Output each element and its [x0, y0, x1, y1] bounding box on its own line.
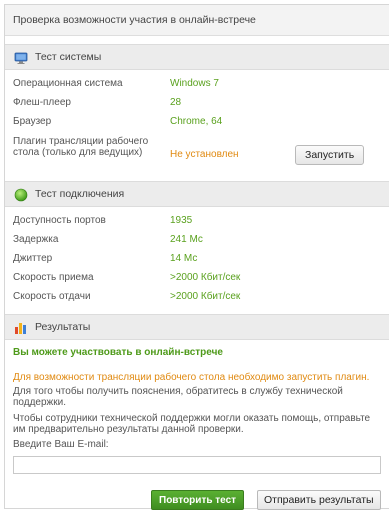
row-plugin: Плагин трансляции рабочего стола (только…: [5, 131, 389, 177]
system-test-header: Тест системы: [5, 44, 389, 70]
support-text: Для того чтобы получить пояснения, обрат…: [13, 386, 343, 408]
run-plugin-button[interactable]: Запустить: [295, 145, 365, 165]
ports-label: Доступность портов: [13, 215, 106, 226]
os-label: Операционная система: [13, 78, 123, 89]
latency-value: 241 Мс: [170, 234, 203, 245]
os-value: Windows 7: [170, 78, 219, 89]
row-download: Скорость приема >2000 Кбит/сек: [5, 268, 389, 287]
row-jitter: Джиттер 14 Мс: [5, 249, 389, 268]
email-label: Введите Ваш E-mail:: [13, 439, 109, 450]
result-ok-message: Вы можете участвовать в онлайн-встрече: [13, 347, 223, 358]
results-header: Результаты: [5, 314, 389, 340]
flash-value: 28: [170, 97, 182, 108]
check-panel: Проверка возможности участия в онлайн-вс…: [4, 4, 389, 512]
upload-label: Скорость отдачи: [13, 291, 91, 302]
email-input[interactable]: [13, 456, 381, 474]
connection-test-title: Тест подключения: [35, 188, 125, 200]
send-results-text: Чтобы сотрудники технической поддержки м…: [13, 413, 371, 435]
row-os: Операционная система Windows 7: [5, 74, 389, 93]
flash-label: Флеш-плеер: [13, 97, 71, 108]
connection-test-rows: Доступность портов 1935 Задержка 241 Мс …: [5, 207, 389, 310]
row-latency: Задержка 241 Мс: [5, 230, 389, 249]
green-globe-icon: [14, 187, 28, 202]
browser-value: Chrome, 64: [170, 116, 223, 127]
row-upload: Скорость отдачи >2000 Кбит/сек: [5, 287, 389, 306]
ports-value: 1935: [170, 215, 193, 226]
action-buttons: Повторить тест Отправить результаты: [5, 490, 389, 512]
row-ports: Доступность портов 1935: [5, 211, 389, 230]
row-flash: Флеш-плеер 28: [5, 93, 389, 112]
system-test-title: Тест системы: [35, 51, 102, 63]
results-title: Результаты: [35, 321, 91, 333]
row-browser: Браузер Chrome, 64: [5, 112, 389, 131]
send-results-button[interactable]: Отправить результаты: [257, 490, 381, 510]
upload-value: >2000 Кбит/сек: [170, 291, 241, 302]
connection-test-header: Тест подключения: [5, 181, 389, 207]
panel-title: Проверка возможности участия в онлайн-вс…: [5, 5, 389, 36]
bar-chart-icon: [14, 320, 28, 334]
download-value: >2000 Кбит/сек: [170, 272, 241, 283]
monitor-icon: [14, 50, 28, 64]
plugin-warning: Для возможности трансляции рабочего стол…: [13, 372, 370, 383]
latency-label: Задержка: [13, 234, 59, 245]
browser-label: Браузер: [13, 116, 52, 127]
jitter-value: 14 Мс: [170, 253, 198, 264]
download-label: Скорость приема: [13, 272, 94, 283]
results-body: Вы можете участвовать в онлайн-встрече Д…: [5, 340, 389, 474]
plugin-label: Плагин трансляции рабочего стола (только…: [13, 136, 149, 158]
system-test-rows: Операционная система Windows 7 Флеш-плее…: [5, 70, 389, 181]
jitter-label: Джиттер: [13, 253, 53, 264]
repeat-test-button[interactable]: Повторить тест: [151, 490, 245, 510]
plugin-status: Не установлен: [170, 149, 239, 160]
